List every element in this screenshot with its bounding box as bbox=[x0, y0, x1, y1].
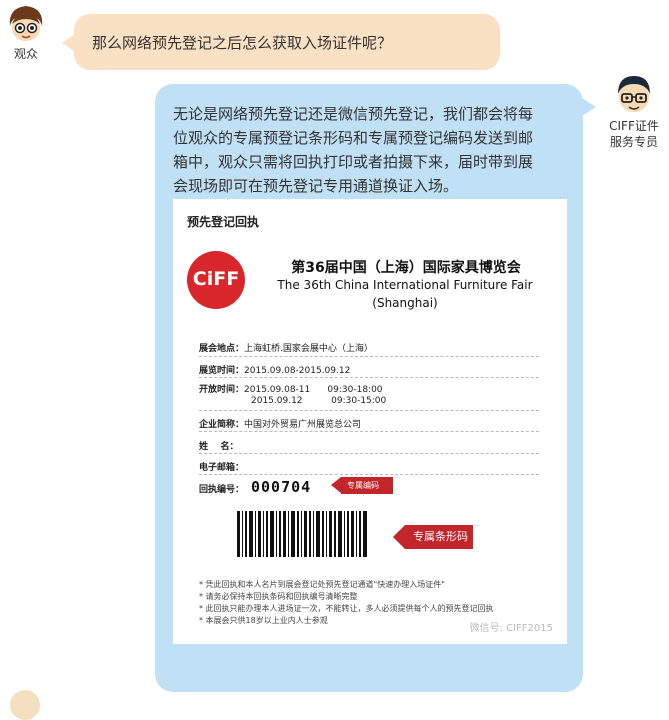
bubble-tail bbox=[62, 34, 75, 52]
agent-message-text: 无论是网络预先登记还是微信预先登记，我们都会将每 位观众的专属预登记条形码和专属… bbox=[173, 102, 573, 198]
agent-avatar bbox=[612, 72, 656, 116]
receipt-code-tag: 专属编码 bbox=[331, 477, 393, 494]
agent-message-line: 会现场即可在预先登记专用通道换证入场。 bbox=[173, 177, 459, 195]
divider bbox=[199, 377, 539, 378]
dates-label: 展览时间： bbox=[199, 366, 245, 376]
agent-label: CIFF证件 服务专员 bbox=[598, 118, 669, 150]
agent-label-line2: 服务专员 bbox=[609, 135, 658, 149]
company-label: 企业简称： bbox=[199, 420, 245, 430]
hours-row-2: 2015.09.12 09:30-15:00 bbox=[251, 396, 387, 406]
visitor-label: 观众 bbox=[13, 47, 38, 61]
arrow-left-icon bbox=[331, 477, 341, 493]
visitor-message-text: 那么网络预先登记之后怎么获取入场证件呢？ bbox=[92, 34, 393, 52]
dates-row: 展览时间：2015.09.08-2015.09.12 bbox=[199, 363, 350, 376]
hours-row-1: 2015.09.08-11 09:30-18:00 bbox=[244, 385, 383, 395]
arrow-left-icon bbox=[393, 525, 405, 549]
receipt-number: 000704 bbox=[251, 478, 312, 496]
next-visitor-avatar bbox=[10, 690, 40, 720]
venue-label: 展会地点： bbox=[199, 344, 245, 354]
receipt-row: 回执编号： bbox=[199, 482, 244, 495]
barcode-icon bbox=[237, 511, 367, 557]
company-value: 中国对外贸易广州展览总公司 bbox=[244, 420, 362, 430]
divider bbox=[199, 410, 539, 411]
visitor-avatar-icon bbox=[4, 2, 48, 46]
name-row: 姓 名： bbox=[199, 439, 239, 452]
hours-row: 开放时间：2015.09.08-11 09:30-18:00 bbox=[199, 382, 383, 395]
venue-row: 展会地点：上海虹桥.国家会展中心（上海） bbox=[199, 341, 373, 354]
fair-title-en: The 36th China International Furniture F… bbox=[277, 278, 533, 292]
email-row: 电子邮箱： bbox=[199, 460, 244, 473]
ciff-logo-text: CiFF bbox=[192, 268, 240, 290]
venue-value: 上海虹桥.国家会展中心（上海） bbox=[244, 344, 373, 354]
name-label: 姓 名： bbox=[199, 442, 239, 452]
ciff-logo: CiFF bbox=[187, 251, 245, 309]
bubble-tail bbox=[582, 98, 596, 116]
visitor-message-bubble: 那么网络预先登记之后怎么获取入场证件呢？ bbox=[62, 14, 500, 70]
barcode-tag-text: 专属条形码 bbox=[413, 530, 468, 543]
dates-value: 2015.09.08-2015.09.12 bbox=[244, 366, 351, 376]
agent-message-bubble: 无论是网络预先登记还是微信预先登记，我们都会将每 位观众的专属预登记条形码和专属… bbox=[155, 84, 596, 692]
fair-title-en-city: (Shanghai) bbox=[372, 296, 438, 310]
company-row: 企业简称：中国对外贸易广州展览总公司 bbox=[199, 417, 361, 430]
receipt-heading: 预先登记回执 bbox=[187, 215, 260, 229]
divider bbox=[199, 453, 539, 454]
note-line: * 凭此回执和本人名片到展会登记处预先登记通道"快速办理入场证件" bbox=[199, 580, 445, 589]
note-line: * 本展会只供18岁以上业内人士参观 bbox=[199, 616, 328, 625]
agent-message-line: 箱中，观众只需将回执打印或者拍摄下来，届时带到展 bbox=[173, 153, 534, 171]
barcode-tag: 专属条形码 bbox=[393, 525, 473, 549]
agent-label-line1: CIFF证件 bbox=[609, 119, 659, 133]
note-line: * 此回执只能办理本人进场证一次，不能转让，多人必须提供每个人的预先登记回执 bbox=[199, 604, 494, 613]
fair-title-cn: 第36届中国（上海）国际家具博览会 bbox=[291, 260, 521, 276]
agent-message-line: 无论是网络预先登记还是微信预先登记，我们都会将每 bbox=[173, 105, 534, 123]
divider bbox=[199, 356, 539, 357]
receipt-label: 回执编号： bbox=[199, 485, 245, 495]
note-line: * 请务必保持本回执条码和回执编号清晰完整 bbox=[199, 592, 358, 601]
hours-label: 开放时间： bbox=[199, 385, 245, 395]
visitor-avatar bbox=[4, 2, 48, 46]
agent-message-line: 位观众的专属预登记条形码和专属预登记编码发送到邮 bbox=[173, 129, 534, 147]
registration-receipt-image[interactable]: 预先登记回执 CiFF 第36届中国（上海）国际家具博览会 The 36th C… bbox=[173, 199, 567, 644]
divider bbox=[199, 474, 539, 475]
receipt-code-tag-text: 专属编码 bbox=[347, 481, 379, 490]
agent-avatar-icon bbox=[612, 72, 656, 116]
receipt-notes: * 凭此回执和本人名片到展会登记处预先登记通道"快速办理入场证件" * 请务必保… bbox=[199, 579, 494, 627]
email-label: 电子邮箱： bbox=[199, 463, 245, 473]
wechat-watermark: 微信号: CIFF2015 bbox=[469, 623, 553, 634]
divider bbox=[199, 431, 539, 432]
